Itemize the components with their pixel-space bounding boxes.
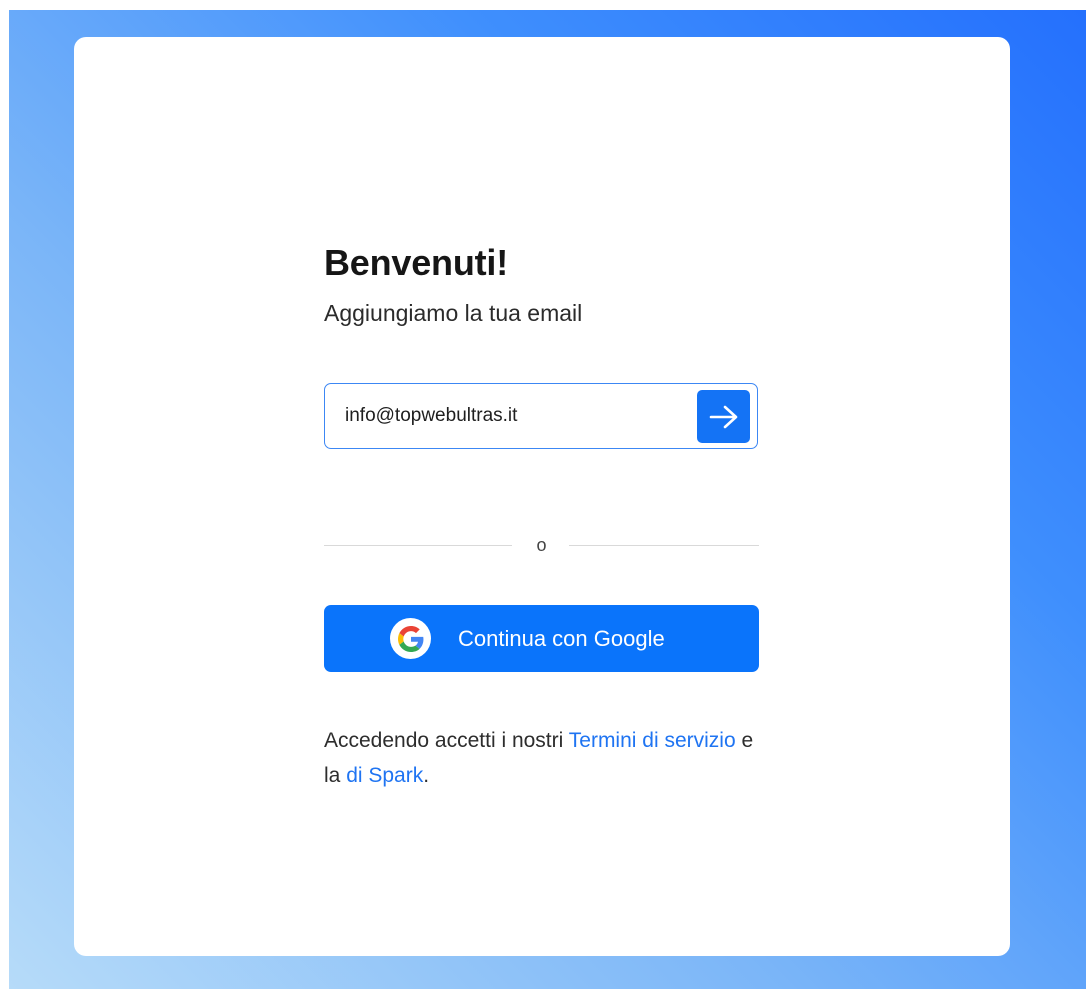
terms-notice: Accedendo accetti i nostri Termini di se… xyxy=(324,723,759,793)
arrow-right-icon xyxy=(709,405,737,428)
divider-label: o xyxy=(536,535,547,555)
google-logo-badge xyxy=(390,618,431,659)
google-signin-label: Continua con Google xyxy=(458,626,665,651)
divider-line-left xyxy=(324,545,512,546)
terms-of-service-link[interactable]: Termini di servizio xyxy=(569,729,736,752)
google-signin-button[interactable]: Continua con Google xyxy=(324,605,759,672)
email-field-container xyxy=(324,383,758,449)
terms-suffix: . xyxy=(423,764,430,787)
email-field[interactable] xyxy=(345,401,685,431)
divider-line-right xyxy=(569,545,759,546)
spark-link[interactable]: di Spark xyxy=(346,764,423,787)
email-submit-button[interactable] xyxy=(697,390,750,443)
login-card: Benvenuti! Aggiungiamo la tua email o xyxy=(74,37,1010,956)
page-subtitle: Aggiungiamo la tua email xyxy=(324,300,583,326)
google-logo-icon xyxy=(397,625,423,652)
terms-prefix: Accedendo accetti i nostri xyxy=(324,729,569,752)
page-title: Benvenuti! xyxy=(324,242,509,283)
or-divider: o xyxy=(324,533,759,557)
